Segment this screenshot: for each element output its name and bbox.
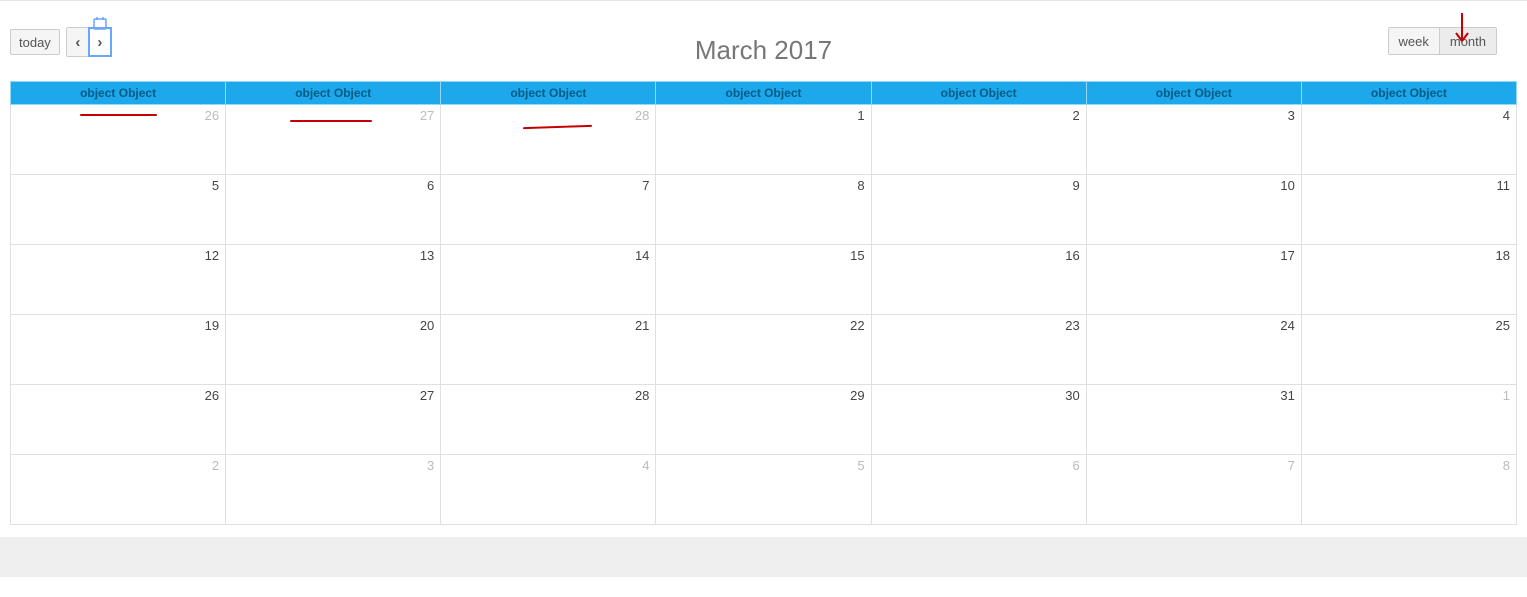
day-cell[interactable]: 14 [441,245,656,315]
annotation-underline-icon [290,120,371,122]
day-cell[interactable]: 23 [871,315,1086,385]
next-button[interactable]: › [89,28,111,56]
day-header-label: object Object [295,86,371,100]
day-cell[interactable]: 3 [1086,105,1301,175]
footer-bar [0,537,1527,577]
day-cell[interactable]: 13 [226,245,441,315]
day-cell[interactable]: 15 [656,245,871,315]
day-cell[interactable]: 4 [1301,105,1516,175]
day-header: object Object [226,82,441,105]
day-cell[interactable]: 28 [441,385,656,455]
day-cell[interactable]: 10 [1086,175,1301,245]
calendar-row: 2627281234 [11,105,1517,175]
today-button[interactable]: today [10,29,60,55]
day-cell[interactable]: 27 [226,105,441,175]
day-header-label: object Object [1156,86,1232,100]
day-cell[interactable]: 29 [656,385,871,455]
day-cell[interactable]: 16 [871,245,1086,315]
day-cell[interactable]: 21 [441,315,656,385]
month-view-button[interactable]: month [1439,28,1496,54]
day-header: object Object [871,82,1086,105]
day-cell[interactable]: 26 [11,385,226,455]
calendar-toolbar: today ‹ › March 2017 week month [0,11,1527,81]
day-cell[interactable]: 2 [871,105,1086,175]
day-cell[interactable]: 1 [656,105,871,175]
day-cell[interactable]: 27 [226,385,441,455]
day-cell[interactable]: 11 [1301,175,1516,245]
nav-button-group: ‹ › [66,27,112,57]
day-cell[interactable]: 8 [1301,455,1516,525]
view-switch-group: week month [1388,27,1498,55]
day-cell[interactable]: 6 [871,455,1086,525]
day-cell[interactable]: 12 [11,245,226,315]
day-cell[interactable]: 31 [1086,385,1301,455]
day-cell[interactable]: 4 [441,455,656,525]
day-header-label: object Object [725,86,801,100]
prev-button[interactable]: ‹ [67,28,89,56]
day-cell[interactable]: 30 [871,385,1086,455]
left-button-group: today ‹ › [10,27,112,57]
day-cell[interactable]: 22 [656,315,871,385]
day-cell[interactable]: 25 [1301,315,1516,385]
calendar-row: 12131415161718 [11,245,1517,315]
top-divider [0,0,1527,1]
day-cell[interactable]: 5 [656,455,871,525]
day-header-row: object Object object Object object Objec… [11,82,1517,105]
calendar-row: 2627282930311 [11,385,1517,455]
day-cell[interactable]: 3 [226,455,441,525]
day-header: object Object [1086,82,1301,105]
day-cell[interactable]: 18 [1301,245,1516,315]
calendar-row: 19202122232425 [11,315,1517,385]
calendar-body: 2627281234567891011121314151617181920212… [11,105,1517,525]
day-header: object Object [1301,82,1516,105]
day-header-label: object Object [1371,86,1447,100]
day-header: object Object [11,82,226,105]
calendar-row: 567891011 [11,175,1517,245]
day-cell[interactable]: 1 [1301,385,1516,455]
day-cell[interactable]: 5 [11,175,226,245]
day-cell[interactable]: 2 [11,455,226,525]
day-header: object Object [656,82,871,105]
day-cell[interactable]: 9 [871,175,1086,245]
day-cell[interactable]: 17 [1086,245,1301,315]
day-cell[interactable]: 20 [226,315,441,385]
week-view-button[interactable]: week [1389,28,1439,54]
day-header-label: object Object [510,86,586,100]
day-cell[interactable]: 8 [656,175,871,245]
day-cell[interactable]: 28 [441,105,656,175]
day-cell[interactable]: 6 [226,175,441,245]
day-header: object Object [441,82,656,105]
day-cell[interactable]: 7 [1086,455,1301,525]
day-header-label: object Object [80,86,156,100]
day-cell[interactable]: 19 [11,315,226,385]
calendar-row: 2345678 [11,455,1517,525]
calendar-title: March 2017 [695,35,832,66]
calendar-grid: object Object object Object object Objec… [10,81,1517,525]
day-header-label: object Object [941,86,1017,100]
day-cell[interactable]: 7 [441,175,656,245]
day-cell[interactable]: 24 [1086,315,1301,385]
annotation-underline-icon [80,114,157,116]
